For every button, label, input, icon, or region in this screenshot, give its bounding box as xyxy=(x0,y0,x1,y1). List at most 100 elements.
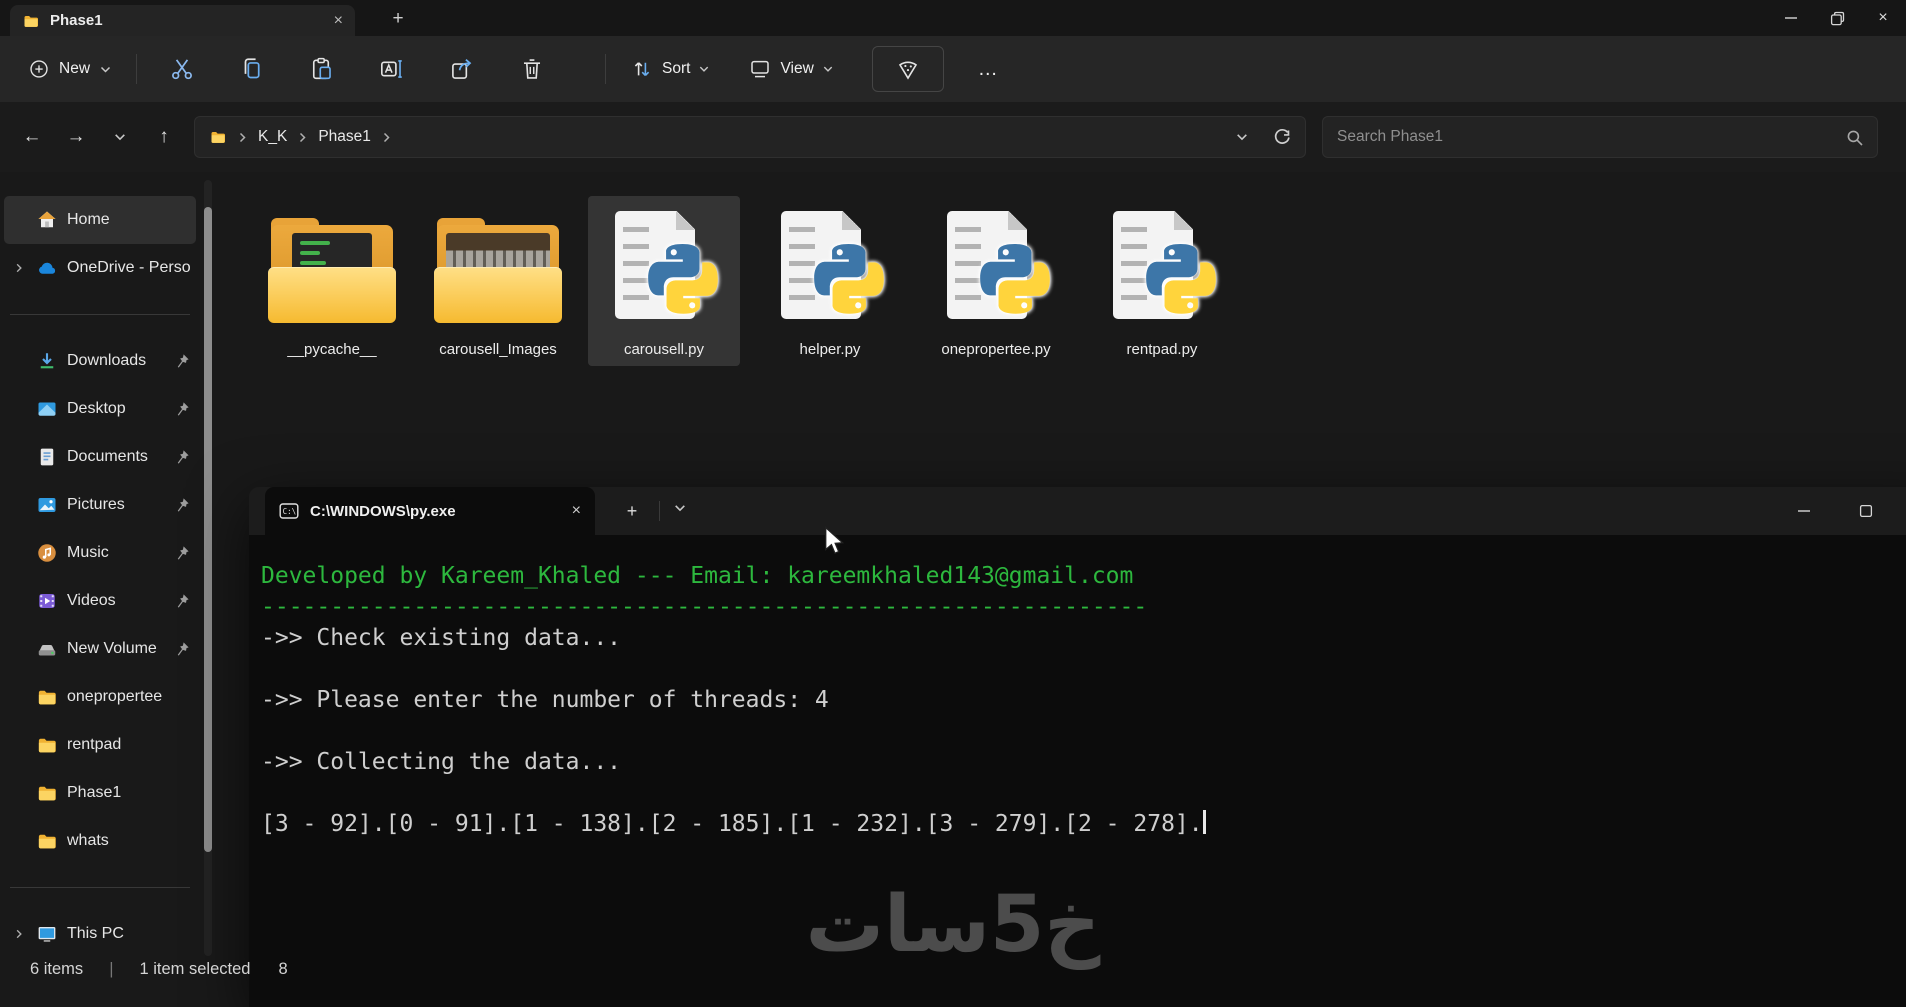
monitor-icon xyxy=(36,923,58,945)
chevron-right-icon[interactable] xyxy=(13,262,25,274)
more-options-button[interactable]: … xyxy=(968,58,1010,81)
file-item-pycache[interactable]: __pycache__ xyxy=(256,196,408,366)
sidebar-item-rentpad[interactable]: rentpad xyxy=(4,721,196,769)
share-button[interactable] xyxy=(441,48,483,90)
breadcrumb-kk[interactable]: K_K xyxy=(258,128,287,146)
sort-button[interactable]: Sort xyxy=(630,57,710,81)
sidebar-item-phase1[interactable]: Phase1 xyxy=(4,769,196,817)
address-dropdown-icon[interactable] xyxy=(1235,130,1249,144)
music-icon xyxy=(36,542,58,564)
terminal-tab-dropdown[interactable] xyxy=(673,501,687,515)
forward-button[interactable]: → xyxy=(54,115,98,159)
khamsat-watermark: خ5سات xyxy=(805,880,1101,970)
explorer-tab-phase1[interactable]: Phase1 × xyxy=(10,5,355,36)
file-item-helper-py[interactable]: helper.py xyxy=(754,196,906,366)
copy-button[interactable] xyxy=(231,48,273,90)
sidebar-item-this-pc[interactable]: This PC xyxy=(4,910,196,958)
cut-button[interactable] xyxy=(161,48,203,90)
python-file-icon xyxy=(1086,204,1238,336)
view-button[interactable]: View xyxy=(748,57,833,81)
sidebar-item-desktop[interactable]: Desktop xyxy=(4,385,196,433)
file-item-onepropertee-py[interactable]: onepropertee.py xyxy=(920,196,1072,366)
terminal-tab-close-icon[interactable]: × xyxy=(572,502,581,520)
toolbar-divider xyxy=(605,54,607,84)
sidebar-item-videos[interactable]: Videos xyxy=(4,577,196,625)
breadcrumb-phase1[interactable]: Phase1 xyxy=(318,128,371,146)
desktop-icon xyxy=(36,398,58,420)
recent-locations-button[interactable] xyxy=(98,115,142,159)
search-icon xyxy=(1847,130,1863,146)
search-input[interactable]: Search Phase1 xyxy=(1337,128,1846,146)
address-bar[interactable]: K_K Phase1 xyxy=(194,116,1306,158)
pizza-slice-icon xyxy=(898,61,917,79)
videos-icon xyxy=(36,590,58,612)
restore-button[interactable] xyxy=(1814,0,1860,36)
status-selection: 1 item selected xyxy=(139,960,251,978)
folder-icon xyxy=(36,734,58,756)
new-button[interactable]: New xyxy=(28,58,112,80)
folder-icon xyxy=(36,830,58,852)
sidebar-item-home[interactable]: Home xyxy=(4,196,196,244)
refresh-icon[interactable] xyxy=(1272,128,1291,147)
sidebar-item-onedrive[interactable]: OneDrive - Perso xyxy=(4,244,196,292)
terminal-line: ->> Please enter the number of threads: … xyxy=(261,687,829,713)
terminal-line: ->> Collecting the data... xyxy=(261,749,622,775)
close-button[interactable]: × xyxy=(1860,0,1906,36)
pin-icon xyxy=(174,593,190,609)
file-item-carousell-images[interactable]: carousell_Images xyxy=(422,196,574,366)
sidebar-scrollbar-thumb[interactable] xyxy=(204,207,212,852)
home-icon xyxy=(36,209,58,231)
terminal-tab[interactable]: C:\WINDOWS\py.exe × xyxy=(265,487,595,535)
terminal-line-current: [3 - 92].[0 - 91].[1 - 138].[2 - 185].[1… xyxy=(261,809,1906,840)
shell-extension-button[interactable] xyxy=(871,46,944,92)
documents-icon xyxy=(36,446,58,468)
pin-icon xyxy=(174,641,190,657)
file-item-rentpad-py[interactable]: rentpad.py xyxy=(1086,196,1238,366)
chevron-down-icon xyxy=(823,66,833,72)
terminal-new-tab-button[interactable]: + xyxy=(615,496,649,526)
terminal-title-bar: C:\WINDOWS\py.exe × + xyxy=(249,487,1906,535)
sidebar-item-whats[interactable]: whats xyxy=(4,817,196,865)
chevron-right-icon xyxy=(239,132,246,142)
sidebar-separator xyxy=(10,887,190,888)
minimize-button[interactable] xyxy=(1768,0,1814,36)
paste-button[interactable] xyxy=(301,48,343,90)
explorer-window-controls: × xyxy=(1768,0,1906,36)
file-item-carousell-py[interactable]: carousell.py xyxy=(588,196,740,366)
pin-icon xyxy=(174,449,190,465)
python-file-icon xyxy=(920,204,1072,336)
delete-button[interactable] xyxy=(511,48,553,90)
folder-icon xyxy=(36,686,58,708)
status-item-count: 6 items xyxy=(30,960,84,978)
sidebar-item-documents[interactable]: Documents xyxy=(4,433,196,481)
terminal-cursor xyxy=(1202,810,1206,834)
up-button[interactable]: ↑ xyxy=(142,115,186,159)
chevron-right-icon xyxy=(300,132,306,142)
chevron-down-icon xyxy=(114,134,126,140)
rename-icon xyxy=(381,60,403,78)
toolbar-divider xyxy=(136,54,138,84)
terminal-maximize-button[interactable] xyxy=(1835,487,1897,535)
sidebar-item-downloads[interactable]: Downloads xyxy=(4,337,196,385)
status-size-fragment: 8 xyxy=(278,960,288,978)
search-box[interactable]: Search Phase1 xyxy=(1322,116,1878,158)
share-icon xyxy=(452,58,471,79)
address-row: ← → ↑ K_K Phase1 Search Phase1 xyxy=(0,102,1906,172)
sidebar-item-pictures[interactable]: Pictures xyxy=(4,481,196,529)
sidebar-item-new-volume[interactable]: New Volume xyxy=(4,625,196,673)
back-button[interactable]: ← xyxy=(10,115,54,159)
folder-icon xyxy=(36,782,58,804)
terminal-line: Developed by Kareem_Khaled --- Email: ka… xyxy=(261,563,1134,589)
tab-close-icon[interactable]: × xyxy=(334,12,343,29)
cmd-icon xyxy=(279,503,299,519)
chevron-right-icon[interactable] xyxy=(13,928,25,940)
pictures-icon xyxy=(36,494,58,516)
sidebar-item-onepropertee[interactable]: onepropertee xyxy=(4,673,196,721)
folder-icon xyxy=(211,132,225,143)
new-tab-button[interactable]: + xyxy=(382,6,414,32)
folder-code-icon xyxy=(256,204,408,336)
sidebar-item-music[interactable]: Music xyxy=(4,529,196,577)
rename-button[interactable] xyxy=(371,48,413,90)
terminal-minimize-button[interactable] xyxy=(1773,487,1835,535)
